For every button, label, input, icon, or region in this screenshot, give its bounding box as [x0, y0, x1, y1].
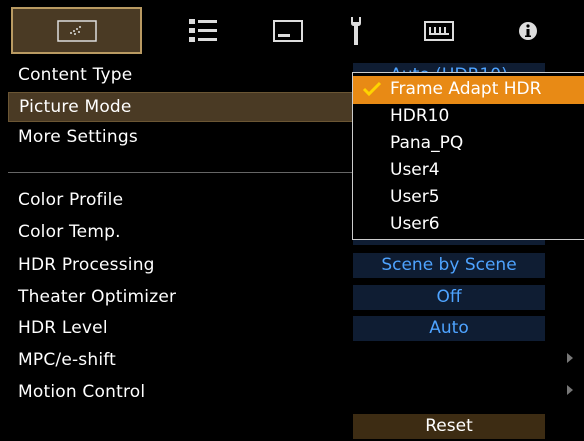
- hdr-level-value: Auto: [353, 316, 545, 341]
- category-tab-bar: [0, 0, 584, 60]
- picture-mode-dropdown: Frame Adapt HDR HDR10 Pana_PQ User4 User…: [352, 72, 584, 240]
- hdr-level-label: HDR Level: [18, 318, 108, 338]
- hdr-processing-value: Scene by Scene: [353, 253, 545, 278]
- dropdown-option-label: HDR10: [390, 106, 450, 126]
- input-connector-icon: [424, 20, 454, 41]
- dropdown-option-label: User4: [390, 160, 440, 180]
- wrench-icon: [351, 16, 361, 45]
- mpc-eshift-label: MPC/e-shift: [18, 350, 117, 370]
- theater-optimizer-value: Off: [353, 285, 545, 310]
- menu-row-hdr-level[interactable]: HDR Level Auto: [8, 314, 576, 344]
- motion-control-label: Motion Control: [18, 382, 146, 402]
- tab-settings-list[interactable]: [173, 7, 233, 54]
- more-settings-label: More Settings: [18, 127, 138, 147]
- menu-row-theater-optimizer[interactable]: Theater Optimizer Off: [8, 283, 576, 313]
- color-temp-label: Color Temp.: [18, 222, 121, 242]
- theater-optimizer-label: Theater Optimizer: [18, 287, 177, 307]
- tab-information[interactable]: [508, 7, 548, 54]
- tab-display[interactable]: [258, 7, 318, 54]
- color-profile-label: Color Profile: [18, 190, 124, 210]
- chevron-right-icon: [567, 353, 573, 363]
- tab-installation[interactable]: [336, 7, 376, 54]
- reset-button[interactable]: Reset: [353, 414, 545, 439]
- chevron-right-icon: [567, 385, 573, 395]
- picture-mode-label: Picture Mode: [19, 97, 132, 117]
- hdr-processing-label: HDR Processing: [18, 255, 155, 275]
- dropdown-option-label: User6: [390, 214, 440, 234]
- menu-row-hdr-processing[interactable]: HDR Processing Scene by Scene: [8, 251, 576, 281]
- checkmark-icon: [362, 81, 382, 97]
- dropdown-option-label: Pana_PQ: [390, 133, 464, 153]
- picture-icon: [56, 19, 97, 42]
- info-icon: [519, 21, 537, 40]
- tab-input[interactable]: [414, 7, 464, 54]
- dropdown-option[interactable]: User5: [353, 184, 584, 212]
- tab-picture[interactable]: [11, 7, 142, 54]
- dropdown-option[interactable]: User6: [353, 211, 584, 239]
- menu-row-motion-control[interactable]: Motion Control: [8, 378, 576, 408]
- content-type-label: Content Type: [18, 65, 133, 85]
- dropdown-option-label: User5: [390, 187, 440, 207]
- dropdown-option[interactable]: HDR10: [353, 103, 584, 131]
- display-icon: [273, 19, 303, 42]
- settings-list-icon: [189, 18, 217, 42]
- dropdown-option[interactable]: Pana_PQ: [353, 130, 584, 158]
- menu-row-mpc-eshift[interactable]: MPC/e-shift: [8, 346, 576, 376]
- dropdown-option-label: Frame Adapt HDR: [390, 79, 542, 99]
- dropdown-option[interactable]: User4: [353, 157, 584, 185]
- dropdown-option[interactable]: Frame Adapt HDR: [353, 76, 584, 104]
